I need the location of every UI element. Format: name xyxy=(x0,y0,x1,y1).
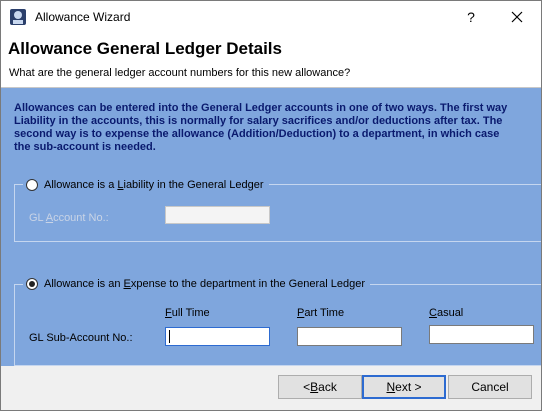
help-button[interactable]: ? xyxy=(453,1,489,33)
close-button[interactable] xyxy=(497,1,537,33)
full-time-sub-account-input[interactable] xyxy=(165,327,270,346)
full-time-column-label: Full Time xyxy=(165,307,210,319)
expense-radio-option[interactable]: Allowance is an Expense to the departmen… xyxy=(23,278,371,290)
window-title: Allowance Wizard xyxy=(35,10,131,24)
wizard-body: Allowances can be entered into the Gener… xyxy=(1,88,541,366)
intro-line-2: Liability in the accounts, this is norma… xyxy=(14,115,503,127)
expense-radio[interactable] xyxy=(26,278,38,290)
casual-sub-account-input[interactable] xyxy=(429,325,534,344)
allowance-wizard-window: Allowance Wizard ? Allowance General Led… xyxy=(0,0,542,411)
back-button[interactable]: < Back xyxy=(278,375,362,399)
page-title: Allowance General Ledger Details xyxy=(8,39,282,58)
liability-label: Allowance is a Liability in the General … xyxy=(44,179,264,191)
wizard-header: Allowance General Ledger Details What ar… xyxy=(1,33,541,88)
app-icon xyxy=(10,9,26,25)
page-subtitle: What are the general ledger account numb… xyxy=(9,67,351,79)
liability-radio[interactable] xyxy=(26,179,38,191)
liability-radio-option[interactable]: Allowance is a Liability in the General … xyxy=(23,179,269,191)
intro-line-3: second way is to expense the allowance (… xyxy=(14,128,500,140)
part-time-sub-account-input[interactable] xyxy=(297,327,402,346)
close-icon xyxy=(511,11,523,23)
title-bar: Allowance Wizard ? xyxy=(1,1,541,33)
text-caret xyxy=(169,330,170,343)
cancel-button[interactable]: Cancel xyxy=(448,375,532,399)
part-time-column-label: Part Time xyxy=(297,307,345,319)
gl-sub-account-label: GL Sub-Account No.: xyxy=(29,332,133,344)
intro-line-1: Allowances can be entered into the Gener… xyxy=(14,102,508,114)
gl-account-label: GL Account No.: xyxy=(29,212,109,224)
expense-label: Allowance is an Expense to the departmen… xyxy=(44,278,366,290)
casual-column-label: Casual xyxy=(429,307,464,319)
intro-text: Allowances can be entered into the Gener… xyxy=(14,102,541,154)
next-button[interactable]: Next > xyxy=(362,375,446,399)
gl-account-input xyxy=(165,206,270,224)
intro-line-4: the sub-account is needed. xyxy=(14,141,156,153)
